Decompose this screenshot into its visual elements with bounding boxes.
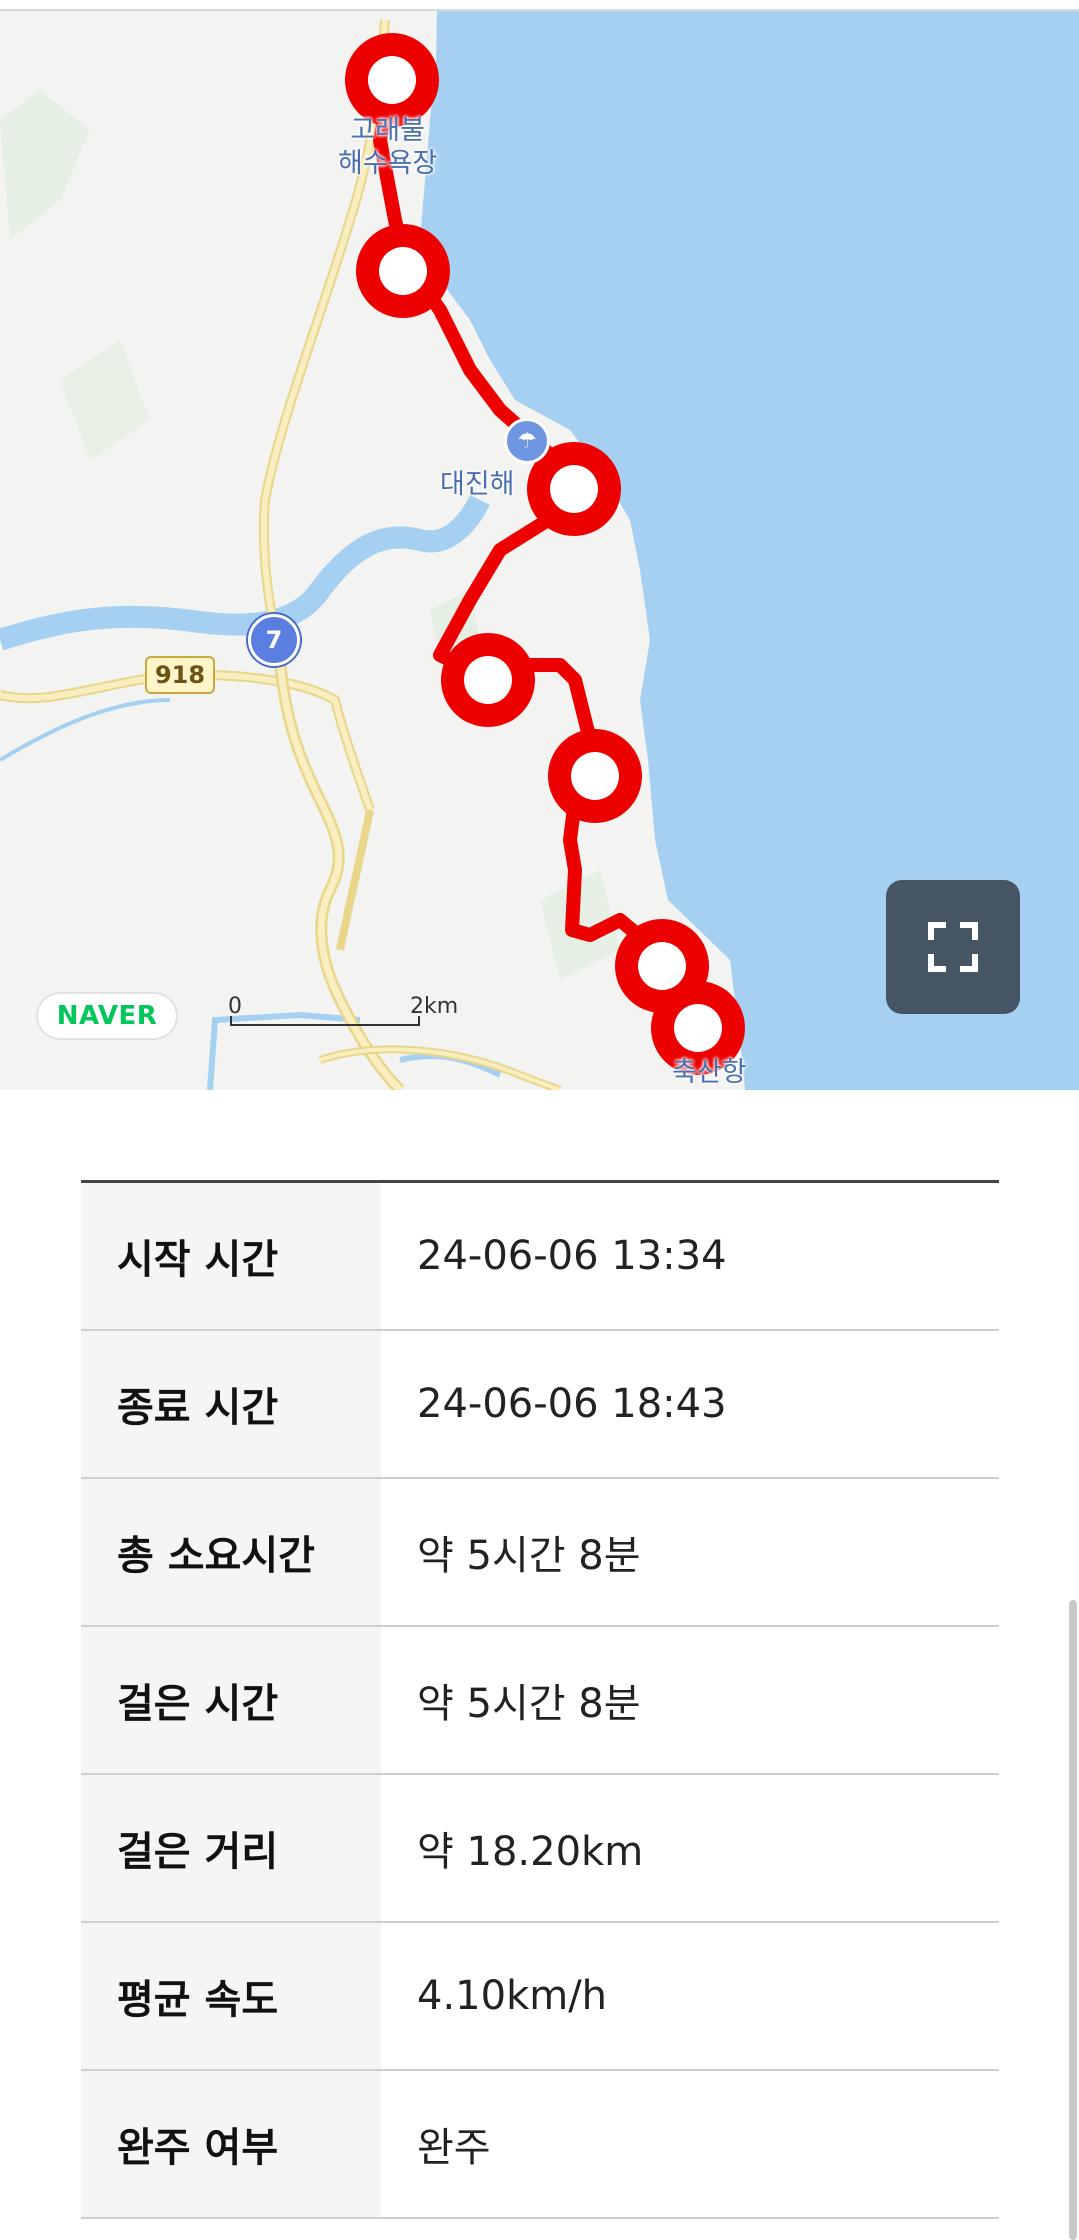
scale-start-label: 0: [228, 994, 242, 1019]
place-label-chuksan: 축산항: [672, 1057, 747, 1088]
route-map[interactable]: 고래불 해수욕장 대진해 축산항 ☂ 7 918 NAVER 0 2km: [0, 0, 1079, 1090]
completion-value: 완주: [417, 2125, 491, 2171]
distance-label: 걸은 거리: [81, 1775, 381, 1921]
table-row-total-duration: 총 소요시간 약 5시간 8분: [81, 1479, 999, 1627]
end-time-label: 종료 시간: [81, 1331, 381, 1477]
walking-time-value: 약 5시간 8분: [417, 1681, 641, 1727]
scale-line: [230, 1016, 420, 1026]
table-row-average-speed: 평균 속도 4.10km/h: [81, 1923, 999, 2071]
walk-summary-table: 시작 시간 24-06-06 13:34 종료 시간 24-06-06 18:4…: [81, 1180, 999, 2219]
average-speed-value: 4.10km/h: [417, 1973, 608, 2019]
fullscreen-button[interactable]: [886, 880, 1020, 1014]
walking-time-label: 걸은 시간: [81, 1627, 381, 1773]
route-marker-2[interactable]: [356, 224, 450, 318]
end-time-value: 24-06-06 18:43: [417, 1381, 727, 1427]
distance-value: 약 18.20km: [417, 1829, 644, 1875]
place-label-gorae-line1: 고래불: [350, 115, 425, 146]
place-label-gorae-line2: 해수욕장: [338, 148, 438, 179]
start-time-value: 24-06-06 13:34: [417, 1233, 727, 1279]
place-label-gorae: 고래불 해수욕장: [338, 114, 437, 180]
route-marker-start[interactable]: [345, 33, 439, 127]
table-row-completion: 완주 여부 완주: [81, 2071, 999, 2219]
completion-label: 완주 여부: [81, 2071, 381, 2217]
average-speed-label: 평균 속도: [81, 1923, 381, 2069]
route-marker-5[interactable]: [548, 729, 642, 823]
map-scale-bar: 0 2km: [228, 994, 468, 1036]
fullscreen-icon: [928, 922, 978, 972]
national-route-badge: 7: [248, 614, 300, 666]
table-row-start-time: 시작 시간 24-06-06 13:34: [81, 1183, 999, 1331]
start-time-label: 시작 시간: [81, 1183, 381, 1329]
place-label-daejin: 대진해: [440, 469, 515, 500]
table-row-walking-time: 걸은 시간 약 5시간 8분: [81, 1627, 999, 1775]
beach-umbrella-icon: ☂: [504, 418, 550, 464]
table-row-distance: 걸은 거리 약 18.20km: [81, 1775, 999, 1923]
total-duration-label: 총 소요시간: [81, 1479, 381, 1625]
scale-end-label: 2km: [410, 994, 459, 1019]
naver-logo[interactable]: NAVER: [36, 992, 178, 1040]
table-row-end-time: 종료 시간 24-06-06 18:43: [81, 1331, 999, 1479]
route-marker-4[interactable]: [441, 633, 535, 727]
total-duration-value: 약 5시간 8분: [417, 1533, 641, 1579]
local-road-badge: 918: [145, 656, 215, 694]
page-scrollbar[interactable]: [1069, 1600, 1077, 2240]
